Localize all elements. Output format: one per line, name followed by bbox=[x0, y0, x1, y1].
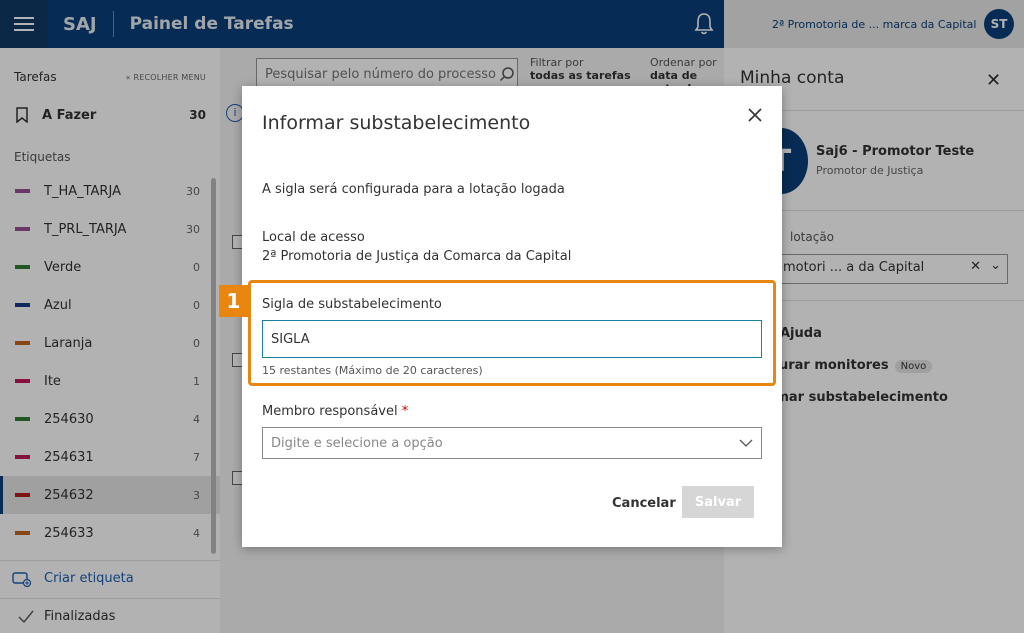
close-icon[interactable] bbox=[746, 106, 764, 124]
info-text: A sigla será configurada para a lotação … bbox=[262, 182, 565, 197]
dialog-title: Informar substabelecimento bbox=[262, 112, 531, 134]
member-select[interactable]: Digite e selecione a opção bbox=[262, 427, 762, 459]
location-value: 2ª Promotoria de Justiça da Comarca da C… bbox=[262, 249, 572, 264]
save-button[interactable]: Salvar bbox=[682, 486, 754, 518]
member-placeholder: Digite e selecione a opção bbox=[271, 435, 443, 451]
sigla-help-text: 15 restantes (Máximo de 20 caracteres) bbox=[262, 364, 483, 377]
sigla-label: Sigla de substabelecimento bbox=[262, 297, 442, 312]
substab-dialog: Informar substabelecimento A sigla será … bbox=[219, 86, 782, 547]
member-label-text: Membro responsável bbox=[262, 404, 398, 419]
chevron-down-icon bbox=[739, 439, 753, 447]
location-label: Local de acesso bbox=[262, 230, 365, 245]
cancel-button[interactable]: Cancelar bbox=[604, 487, 684, 519]
step-marker: 1 bbox=[219, 285, 248, 317]
sigla-input[interactable] bbox=[262, 320, 762, 358]
member-label: Membro responsável * bbox=[262, 404, 408, 419]
required-marker: * bbox=[401, 404, 409, 419]
